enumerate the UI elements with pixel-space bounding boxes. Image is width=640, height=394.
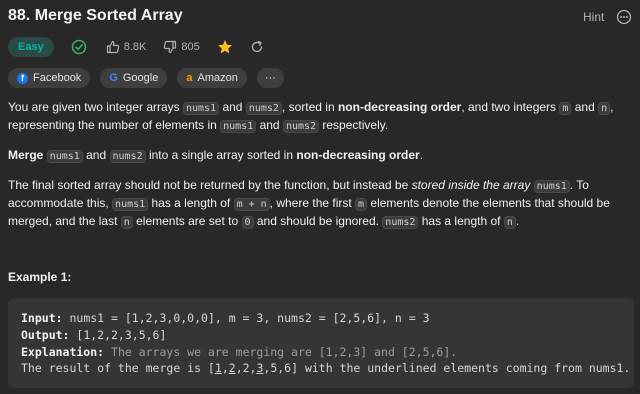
like-button[interactable]: 8.8K — [106, 40, 147, 54]
refresh-share-icon — [251, 40, 262, 53]
star-icon — [217, 40, 232, 54]
description-paragraph-3: The final sorted array should not be ret… — [8, 178, 610, 229]
facebook-logo-icon: f — [17, 72, 28, 84]
dislike-button[interactable]: 805 — [163, 40, 200, 54]
more-options-icon[interactable] — [616, 9, 632, 25]
solved-check-icon — [71, 39, 87, 55]
amazon-logo-icon: a — [186, 72, 193, 84]
favorite-button[interactable] — [217, 39, 233, 55]
description-paragraph-2: Merge nums1 and nums2 into a single arra… — [8, 148, 424, 163]
example-box: Input: nums1 = [1,2,3,0,0,0], m = 3, num… — [8, 298, 634, 388]
problem-meta-row: Easy 8.8K 805 — [8, 37, 264, 57]
thumbs-up-icon — [106, 40, 119, 54]
thumbs-down-icon — [164, 40, 177, 54]
hint-button[interactable]: Hint — [583, 10, 604, 24]
company-tag-amazon[interactable]: a Amazon — [177, 68, 247, 88]
share-button[interactable] — [250, 40, 264, 54]
example-result-line: The result of the merge is [1,2,2,3,5,6]… — [21, 361, 631, 375]
company-tags: f Facebook G Google a Amazon ··· — [8, 68, 294, 88]
example-explanation-line: Explanation: The arrays we are merging a… — [21, 345, 458, 359]
difficulty-badge: Easy — [8, 37, 54, 57]
example-output-line: Output: [1,2,2,3,5,6] — [21, 328, 167, 342]
likes-count: 8.8K — [123, 41, 147, 53]
company-tag-label: Google — [122, 72, 159, 84]
dislikes-count: 805 — [181, 41, 200, 53]
example-title: Example 1: — [8, 270, 72, 284]
description-paragraph-1: You are given two integer arrays nums1 a… — [8, 100, 614, 133]
company-tag-facebook[interactable]: f Facebook — [8, 68, 91, 88]
company-tag-label: Amazon — [197, 72, 238, 84]
example-input-line: Input: nums1 = [1,2,3,0,0,0], m = 3, num… — [21, 311, 430, 325]
problem-title: 88. Merge Sorted Array — [8, 7, 183, 24]
more-tags-button[interactable]: ··· — [256, 68, 284, 88]
problem-description: You are given two integer arrays nums1 a… — [8, 99, 630, 243]
company-tag-label: Facebook — [33, 72, 82, 84]
company-tag-google[interactable]: G Google — [100, 68, 168, 88]
google-logo-icon: G — [109, 72, 118, 84]
